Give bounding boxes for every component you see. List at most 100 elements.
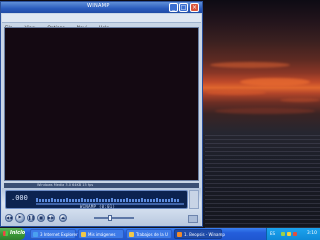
- start-button[interactable]: Inicio: [0, 228, 25, 240]
- visualizer-bar: [150, 199, 152, 202]
- visualizer-bar: [66, 198, 68, 202]
- cloud: [280, 98, 320, 102]
- visualizer-bar: [129, 199, 131, 202]
- close-button[interactable]: ×: [190, 3, 199, 12]
- ie-icon: [33, 232, 38, 237]
- visualizer-bar: [48, 199, 50, 202]
- visualizer-bar: [81, 198, 83, 202]
- visualizer-bar: [90, 199, 92, 202]
- visualizer-bar: [63, 199, 65, 202]
- taskbar-item-mis-imagenes[interactable]: Mis imágenes: [78, 229, 124, 239]
- visualizer-bar: [135, 199, 137, 202]
- visualizer-bar: [114, 199, 116, 202]
- track-info: WINAMP (0:01): [80, 204, 116, 209]
- volume-tray-icon[interactable]: [287, 232, 291, 236]
- system-tray: ES 3:10: [266, 228, 320, 240]
- visualizer-bar: [120, 199, 122, 202]
- task-label: Trabajos de la U: [136, 232, 168, 237]
- visualizer-bar: [156, 198, 158, 202]
- open-button[interactable]: ⏏: [59, 214, 67, 222]
- visualizer-bar: [36, 198, 38, 202]
- visualizer-bar: [141, 198, 143, 202]
- visualizer-bar: [159, 199, 161, 202]
- visualizer-bar: [126, 198, 128, 202]
- language-indicator[interactable]: ES: [270, 231, 275, 236]
- visualizer-bar: [177, 199, 179, 202]
- visualizer-bar: [93, 199, 95, 202]
- visualizer: [36, 194, 184, 202]
- visualizer-bar: [75, 199, 77, 202]
- play-icon: ▶: [18, 214, 22, 219]
- video-area[interactable]: [4, 27, 199, 181]
- windows-logo-icon: [3, 231, 8, 236]
- visualizer-bar: [72, 199, 74, 202]
- stop-button[interactable]: ■: [37, 214, 45, 222]
- visualizer-bar: [39, 199, 41, 202]
- visualizer-bar: [45, 199, 47, 202]
- task-label: 3 Internet Explorer: [40, 232, 78, 237]
- visualizer-bar: [105, 199, 107, 202]
- visualizer-bar: [144, 199, 146, 202]
- visualizer-bar: [174, 199, 176, 202]
- visualizer-bar: [153, 199, 155, 202]
- visualizer-bar: [147, 199, 149, 202]
- visualizer-bar: [117, 199, 119, 202]
- visualizer-bar: [96, 198, 98, 202]
- visualizer-bar: [171, 198, 173, 202]
- folder-icon: [81, 232, 86, 237]
- player-display: .000 WINAMP (0:01): [5, 190, 188, 209]
- volume-handle[interactable]: [108, 215, 112, 221]
- start-label: Inicio: [10, 230, 26, 236]
- folder-icon: [129, 232, 134, 237]
- visualizer-bar: [54, 199, 56, 202]
- task-label: 1. Beopsis - Winamp: [184, 232, 225, 237]
- visualizer-bar: [138, 199, 140, 202]
- cloud: [206, 90, 266, 95]
- resize-handle[interactable]: [188, 215, 198, 223]
- visualizer-bar: [123, 199, 125, 202]
- title-bar[interactable]: WINAMP _ □ ×: [1, 2, 202, 13]
- visualizer-bar: [57, 199, 59, 202]
- maximize-button[interactable]: □: [179, 3, 188, 12]
- control-panel: .000 WINAMP (0:01) ◀◀ ▶ ❚❚ ■ ▶▶ ⏏: [2, 188, 201, 226]
- time-readout: .000: [11, 194, 28, 202]
- taskbar-item-winamp[interactable]: 1. Beopsis - Winamp: [174, 229, 225, 239]
- sea: [205, 135, 320, 228]
- taskbar-item-trabajos[interactable]: Trabajos de la U: [126, 229, 172, 239]
- visualizer-bar: [69, 199, 71, 202]
- visualizer-bar: [165, 199, 167, 202]
- taskbar: Inicio 3 Internet Explorer Mis imágenes …: [0, 228, 320, 240]
- security-icon[interactable]: [293, 232, 297, 236]
- visualizer-bar: [102, 199, 104, 202]
- visualizer-bar: [168, 199, 170, 202]
- visualizer-bar: [132, 199, 134, 202]
- minimize-button[interactable]: _: [169, 3, 178, 12]
- play-button[interactable]: ▶: [15, 213, 25, 223]
- visualizer-bar: [108, 199, 110, 202]
- previous-icon: ◀◀: [6, 215, 13, 220]
- previous-button[interactable]: ◀◀: [5, 214, 13, 222]
- task-label: Mis imágenes: [88, 232, 116, 237]
- window-title: WINAMP: [87, 3, 110, 9]
- visualizer-bar: [162, 199, 164, 202]
- visualizer-bar: [60, 199, 62, 202]
- player-window[interactable]: WINAMP _ □ × File View Options Navi Help…: [0, 1, 203, 227]
- cloud: [210, 62, 290, 68]
- winamp-icon: [177, 232, 182, 237]
- next-button[interactable]: ▶▶: [47, 214, 55, 222]
- menu-bar: File View Options Navi Help: [2, 14, 201, 31]
- stop-icon: ■: [39, 215, 43, 220]
- volume-slider[interactable]: [94, 217, 134, 219]
- taskbar-item-internet-explorer[interactable]: 3 Internet Explorer: [30, 229, 78, 239]
- cloud: [240, 78, 310, 86]
- visualizer-bar: [111, 198, 113, 202]
- pause-button[interactable]: ❚❚: [27, 214, 35, 222]
- visualizer-bar: [78, 199, 80, 202]
- playlist-toggle[interactable]: [189, 190, 199, 209]
- network-icon[interactable]: [281, 232, 285, 236]
- visualizer-bar: [51, 198, 53, 202]
- visualizer-bar: [42, 199, 44, 202]
- next-icon: ▶▶: [48, 215, 55, 220]
- cloud: [215, 108, 315, 114]
- pause-icon: ❚❚: [28, 215, 35, 220]
